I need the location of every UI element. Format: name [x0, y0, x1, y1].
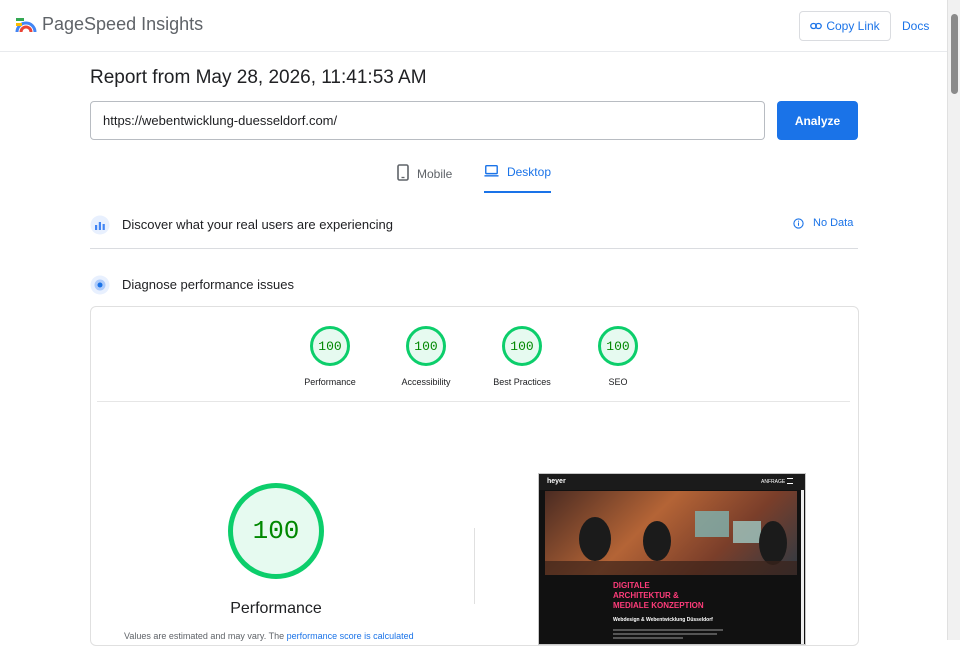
headline-line-3: MEDIALE KONZEPTION [613, 601, 704, 610]
link-icon [810, 22, 823, 30]
docs-link[interactable]: Docs [902, 19, 929, 33]
screenshot-logo: heyer [547, 478, 566, 485]
report-title: Report from May 28, 2026, 11:41:53 AM [90, 67, 427, 88]
app-title[interactable]: PageSpeed Insights [42, 14, 203, 35]
url-input[interactable] [90, 101, 765, 140]
mobile-icon [397, 164, 409, 181]
screenshot-body-text [613, 629, 733, 639]
discover-section-header[interactable]: Discover what your real users are experi… [90, 208, 858, 241]
seo-gauge-label: SEO [608, 377, 628, 387]
performance-gauge[interactable]: 100 [310, 326, 350, 366]
no-data-indicator: No Data [793, 217, 853, 229]
tab-mobile-label: Mobile [417, 167, 453, 181]
performance-big-gauge: 100 [228, 483, 324, 579]
headline-line-1: DIGITALE [613, 581, 650, 590]
tab-mobile[interactable]: Mobile [397, 164, 452, 193]
discover-label: Discover what your real users are experi… [122, 217, 393, 232]
copy-link-label: Copy Link [826, 19, 880, 33]
section-divider [90, 248, 858, 249]
best-practices-gauge-label: Best Practices [493, 377, 551, 387]
scrollbar-thumb[interactable] [951, 14, 958, 94]
diagnose-section-header[interactable]: Diagnose performance issues [90, 268, 858, 301]
headline-line-2: ARCHITEKTUR & [613, 591, 679, 600]
tab-desktop-label: Desktop [506, 165, 551, 179]
performance-gauge-label: Performance [304, 377, 356, 387]
scores-divider [97, 401, 850, 402]
analyze-button[interactable]: Analyze [777, 101, 858, 140]
screenshot-subheadline: Webdesign & Webentwicklung Düsseldorf [613, 617, 713, 623]
top-bar: PageSpeed Insights Copy Link Docs [0, 0, 947, 52]
screenshot-scrollbar [801, 490, 804, 644]
hamburger-menu-icon [787, 478, 793, 484]
page-scrollbar[interactable] [947, 0, 960, 640]
screenshot-headline: DIGITALE ARCHITEKTUR & MEDIALE KONZEPTIO… [613, 581, 704, 611]
screenshot-hero-image [545, 491, 797, 575]
best-practices-gauge[interactable]: 100 [502, 326, 542, 366]
accessibility-gauge[interactable]: 100 [406, 326, 446, 366]
diagnose-label: Diagnose performance issues [122, 277, 294, 292]
site-screenshot: heyer ANFRAGE DIGITALE ARCHITEKTUR & MED… [538, 473, 806, 645]
real-users-icon [90, 215, 110, 234]
accessibility-gauge-label: Accessibility [401, 377, 451, 387]
no-data-label: No Data [813, 217, 854, 229]
seo-gauge[interactable]: 100 [598, 326, 638, 366]
screenshot-nav-bar: heyer ANFRAGE [539, 474, 805, 490]
desktop-icon [484, 165, 499, 177]
tab-desktop[interactable]: Desktop [484, 164, 551, 193]
pagespeed-logo-icon[interactable] [15, 14, 37, 36]
screenshot-nav-link: ANFRAGE [761, 479, 786, 485]
info-icon [793, 217, 804, 229]
diagnose-icon [90, 275, 110, 294]
copy-link-button[interactable]: Copy Link [799, 11, 891, 41]
vertical-divider [474, 528, 475, 604]
performance-big-label: Performance [230, 600, 322, 617]
